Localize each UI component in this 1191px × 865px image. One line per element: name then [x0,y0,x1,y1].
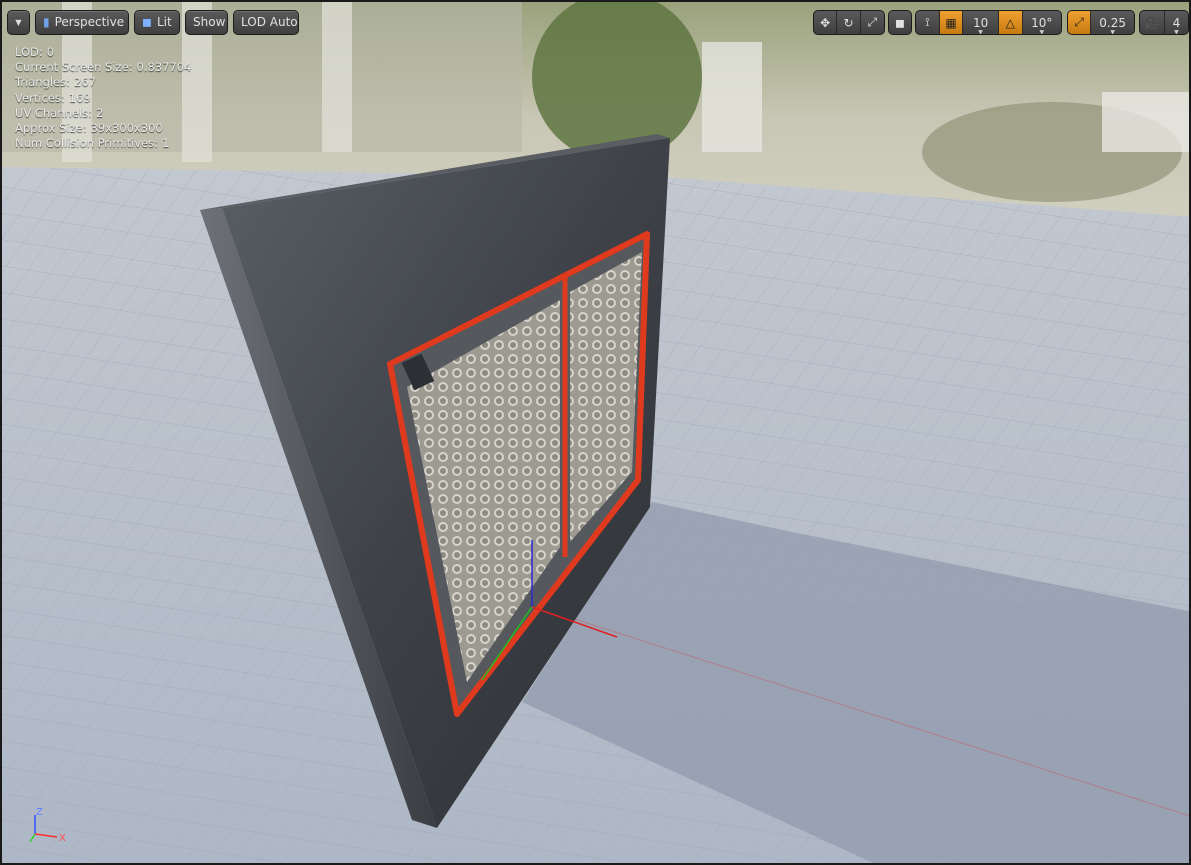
camera-icon: ▮ [43,15,50,29]
axis-z-label: Z [36,807,43,818]
rotate-icon: ↻ [843,15,854,30]
chevron-down-icon: ▼ [15,18,22,27]
grid-icon: ▦ [945,15,957,30]
world-cube-icon: ◼ [895,15,905,30]
rotation-snap-toggle[interactable]: △ [998,11,1023,34]
axis-indicator: Z X [29,807,66,844]
scale-snap-value[interactable]: 0.25 ▼ [1091,11,1134,35]
viewport[interactable]: ▼ ▮ Perspective ◼ Lit Show LOD Auto ✥ ↻ … [0,0,1191,865]
scale-arrow-icon: ⤢ [1074,15,1084,29]
surface-snap-button[interactable]: ⟟ [916,11,940,34]
rotation-snap-value[interactable]: 10° ▼ [1023,11,1061,35]
show-button[interactable]: Show [185,10,228,35]
grid-snap-toggle[interactable]: ▦ [939,11,964,34]
camera-speed-group[interactable]: 🎥 4 ▼ [1139,10,1189,35]
rotate-button[interactable]: ↻ [837,11,861,34]
coordinate-system-button[interactable]: ◼ [888,10,912,35]
stat-collision: Num Collision Primitives: 1 [15,136,170,151]
lit-button[interactable]: ◼ Lit [134,10,180,35]
chevron-down-icon: ▼ [1174,28,1179,35]
scale-snap-toggle[interactable]: ⤢ [1068,11,1092,34]
surface-snap-icon: ⟟ [925,15,930,29]
angle-icon: △ [1005,15,1015,30]
scale-snap-group[interactable]: ⤢ 0.25 ▼ [1067,10,1135,35]
snap-group[interactable]: ⟟ ▦ 10 ▼ △ 10° ▼ [915,10,1062,35]
camera-speed-value[interactable]: 4 ▼ [1165,11,1188,35]
camera-speed-button[interactable]: 🎥 [1140,11,1165,34]
show-label: Show [193,15,226,29]
lit-label: Lit [156,15,172,29]
stat-uv-channels: UV Channels: 2 [15,105,104,120]
chevron-down-icon: ▼ [1039,28,1045,35]
transform-tools-group[interactable]: ✥ ↻ ⤢ [813,10,885,35]
lod-label: LOD Auto [241,15,298,29]
stat-lod: LOD: 0 [15,45,55,59]
move-icon: ✥ [820,15,831,30]
scale-icon: ⤢ [867,15,878,29]
axis-x-label: X [59,833,66,844]
stat-approx-size: Approx Size: 39x300x300 [15,121,163,136]
stat-triangles: Triangles: 267 [15,75,96,90]
lod-button[interactable]: LOD Auto [233,10,299,35]
camera-speed-icon: 🎥 [1144,15,1160,30]
cube-icon: ◼ [142,15,152,29]
stat-vertices: Vertices: 169 [15,90,91,105]
translate-button[interactable]: ✥ [814,11,838,34]
mesh-stats: LOD: 0 Current Screen Size: 0.837704 Trian… [15,45,191,151]
viewport-options-button[interactable]: ▼ [7,10,30,35]
stat-screen-size: Current Screen Size: 0.837704 [15,60,192,75]
perspective-button[interactable]: ▮ Perspective [35,10,129,35]
chevron-down-icon: ▼ [1110,28,1115,35]
scale-button[interactable]: ⤢ [861,11,884,34]
grid-snap-value[interactable]: 10 ▼ [963,11,999,34]
chevron-down-icon: ▼ [978,28,983,35]
perspective-label: Perspective [54,15,125,29]
